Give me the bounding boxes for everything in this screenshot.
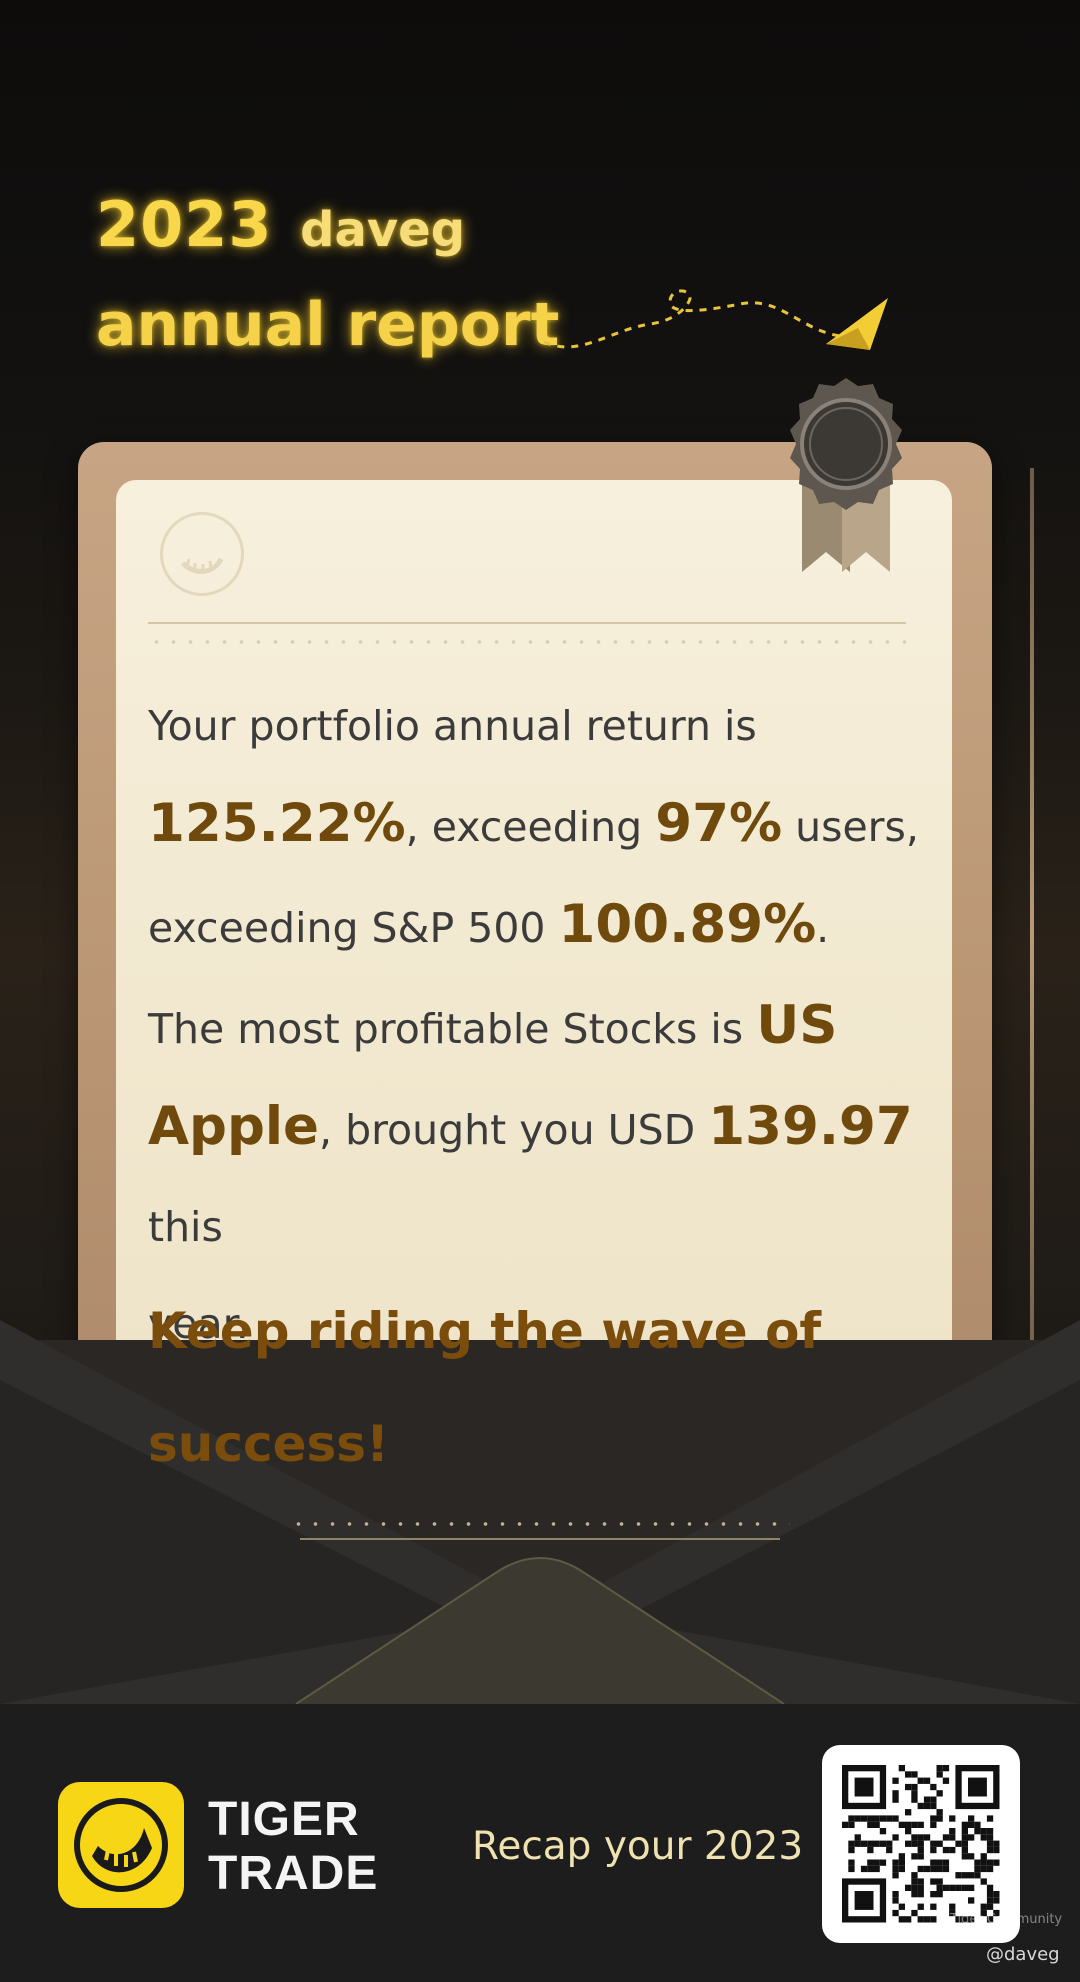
report-line-3: exceeding S&P 500 100.89%.	[148, 876, 968, 977]
report-body: Your portfolio annual return is 125.22%,…	[148, 678, 968, 1373]
recap-text: Recap your 2023	[472, 1824, 804, 1869]
report-subtitle: annual report	[96, 290, 560, 360]
report-text: this	[148, 1203, 223, 1251]
wax-seal-ribbon-icon	[790, 378, 902, 572]
exceed-users-value: 97%	[655, 793, 783, 854]
paper-divider-dotted	[148, 640, 906, 644]
sp500-value: 100.89%	[558, 894, 817, 955]
watermark-text: Tiger Community	[950, 1912, 1063, 1927]
paper-bottom-rule	[300, 1538, 780, 1540]
annual-return-value: 125.22%	[148, 793, 406, 854]
slogan-text: Keep riding the wave of success!	[148, 1302, 822, 1473]
report-text: .	[816, 904, 830, 952]
report-text: users,	[782, 803, 919, 851]
report-year: 2023	[96, 188, 273, 261]
paper-plane-icon	[543, 289, 888, 350]
report-line-5: Apple, brought you USD 139.97 this	[148, 1078, 968, 1276]
brand-name-line1: TIGER	[208, 1793, 360, 1846]
profit-value: 139.97	[708, 1096, 913, 1157]
paper-bottom-divider	[290, 1522, 790, 1526]
tiger-trade-logo-icon[interactable]	[58, 1782, 184, 1908]
report-text: , exceeding	[405, 803, 656, 851]
report-line-4: The most profitable Stocks is US	[148, 977, 968, 1078]
report-text: , brought you USD	[319, 1106, 709, 1154]
report-line-1: Your portfolio annual return is	[148, 702, 757, 750]
paper-divider-solid	[148, 622, 906, 624]
stock-name: Apple	[148, 1096, 320, 1157]
tiger-stripe-watermark-icon	[160, 512, 244, 596]
user-handle: @daveg	[986, 1944, 1060, 1965]
stock-market: US	[756, 995, 838, 1056]
report-line-2: 125.22%, exceeding 97% users,	[148, 775, 968, 876]
report-text: The most profitable Stocks is	[148, 1005, 757, 1053]
report-text: exceeding S&P 500	[148, 904, 559, 952]
card-edge	[1030, 468, 1034, 1398]
tiger-logo-glyph	[74, 1798, 168, 1892]
brand-name-line2: TRADE	[208, 1847, 379, 1900]
report-title-line1: 2023 daveg	[96, 188, 465, 261]
report-username: daveg	[300, 202, 466, 258]
